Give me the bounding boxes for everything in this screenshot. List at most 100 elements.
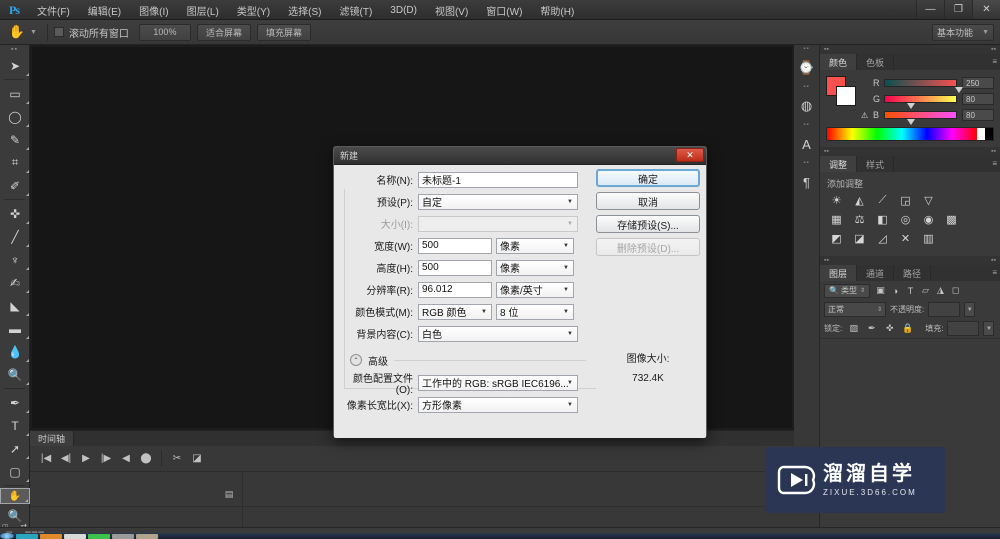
channel-mixer-icon[interactable]: ◉: [920, 212, 937, 227]
scroll-all-windows-checkbox[interactable]: [53, 27, 64, 37]
slider-track-R[interactable]: [884, 79, 963, 93]
taskbar-item-4[interactable]: [112, 533, 134, 539]
vibrance-icon[interactable]: ▽: [920, 193, 937, 208]
filter-pixel-icon[interactable]: ▣: [873, 284, 888, 298]
menu-item-6[interactable]: 滤镜(T): [331, 0, 382, 20]
minimize-button[interactable]: —: [916, 0, 944, 19]
record-keyframe-button[interactable]: ⬤: [136, 449, 156, 469]
taskbar-item-0[interactable]: [16, 533, 38, 539]
tab-颜色[interactable]: 颜色: [820, 54, 858, 70]
history-panel-icon[interactable]: ⌚: [794, 53, 819, 83]
blur-tool[interactable]: 💧: [0, 340, 30, 363]
panel-grip[interactable]: ▪▪: [794, 45, 819, 53]
color-balance-icon[interactable]: ⚖: [851, 212, 868, 227]
fill-stepper[interactable]: ▼: [983, 321, 995, 336]
select-color-profile[interactable]: 工作中的 RGB: sRGB IEC6196... ▼: [418, 374, 578, 391]
color-panel-background-swatch[interactable]: [836, 86, 856, 106]
select-preset[interactable]: 自定 ▼: [418, 193, 578, 210]
color-panel-grip[interactable]: ▪▪ ▪▪: [820, 45, 1000, 54]
selective-color-icon[interactable]: ▥: [920, 231, 937, 246]
slider-track-G[interactable]: [884, 95, 957, 109]
slider-thumb-R[interactable]: [954, 87, 963, 93]
menu-item-4[interactable]: 类型(Y): [228, 0, 279, 20]
color-spectrum-ramp[interactable]: [826, 127, 994, 141]
menu-item-9[interactable]: 窗口(W): [477, 0, 531, 20]
filter-smart-object-icon[interactable]: ◮: [933, 284, 948, 298]
fill-input[interactable]: [947, 321, 980, 336]
opacity-stepper[interactable]: ▼: [964, 302, 976, 317]
menu-item-2[interactable]: 图像(I): [130, 0, 177, 20]
history-brush-tool[interactable]: ✍: [0, 271, 30, 294]
play-button[interactable]: ▶: [76, 449, 96, 469]
audio-button[interactable]: ◀: [116, 449, 136, 469]
save-preset-button[interactable]: 存储预设(S)...: [596, 215, 700, 233]
menu-item-1[interactable]: 编辑(E): [79, 0, 130, 20]
previous-frame-button[interactable]: ◀|: [56, 449, 76, 469]
menu-item-5[interactable]: 选择(S): [279, 0, 330, 20]
tab-样式[interactable]: 样式: [857, 156, 895, 172]
layer-filter-kind-select[interactable]: 🔍 类型 ⇕: [824, 283, 870, 298]
lock-all-icon[interactable]: 🔒: [900, 322, 915, 336]
lock-image-pixels-icon[interactable]: ✒: [864, 322, 879, 336]
panel-grip[interactable]: ▪▪: [794, 83, 819, 91]
taskbar-item-5[interactable]: [136, 533, 158, 539]
tab-调整[interactable]: 调整: [820, 156, 858, 172]
hand-tool[interactable]: ✋: [0, 488, 30, 504]
menu-item-0[interactable]: 文件(F): [28, 0, 79, 20]
taskbar-item-3[interactable]: [88, 533, 110, 539]
input-resolution[interactable]: 96.012: [418, 281, 492, 298]
start-button[interactable]: [0, 533, 14, 539]
color-lookup-icon[interactable]: ▩: [943, 212, 960, 227]
slider-value-G[interactable]: 80: [962, 93, 994, 105]
paragraph-panel-icon[interactable]: ¶: [794, 167, 819, 197]
photo-filter-icon[interactable]: ◎: [897, 212, 914, 227]
path-selection-tool[interactable]: ➚: [0, 437, 30, 460]
menu-item-8[interactable]: 视图(V): [426, 0, 477, 20]
input-width[interactable]: 500: [418, 237, 492, 254]
adjustments-panel-menu-icon[interactable]: ≡: [992, 159, 997, 168]
crop-tool[interactable]: ⌗: [0, 151, 30, 174]
filter-shape-icon[interactable]: ▱: [918, 284, 933, 298]
tab-色板[interactable]: 色板: [857, 54, 895, 70]
eraser-tool[interactable]: ◣: [0, 294, 30, 317]
timeline-track-area[interactable]: ▤: [30, 472, 794, 527]
slider-value-B[interactable]: 80: [962, 109, 994, 121]
rectangle-tool[interactable]: ▢: [0, 460, 30, 483]
menu-item-10[interactable]: 帮助(H): [531, 0, 583, 20]
brightness-contrast-icon[interactable]: ☀: [828, 193, 845, 208]
type-tool[interactable]: T: [0, 414, 30, 437]
advanced-toggle-icon[interactable]: ⌃: [350, 354, 362, 366]
filter-type-icon[interactable]: T: [903, 284, 918, 298]
blend-mode-select[interactable]: 正常 ⇕: [824, 302, 886, 317]
tab-图层[interactable]: 图层: [820, 265, 858, 281]
adjustments-panel-grip[interactable]: ▪▪ ▪▪: [820, 147, 1000, 156]
posterize-icon[interactable]: ◪: [851, 231, 868, 246]
tab-路径[interactable]: 路径: [894, 265, 932, 281]
gradient-map-icon[interactable]: ✕: [897, 231, 914, 246]
restore-button[interactable]: ❐: [944, 0, 972, 19]
slider-thumb-B[interactable]: [907, 119, 915, 125]
unit-select-color-mode[interactable]: 8 位 ▼: [496, 303, 574, 320]
layers-panel-grip[interactable]: ▪▪ ▪▪: [820, 256, 1000, 265]
dodge-tool[interactable]: 🔍: [0, 363, 30, 386]
next-frame-button[interactable]: |▶: [96, 449, 116, 469]
hand-tool-icon[interactable]: ✋: [6, 21, 28, 43]
color-panel-menu-icon[interactable]: ≡: [992, 57, 997, 66]
tool-preset-chevron-icon[interactable]: ▼: [30, 29, 37, 36]
marquee-tool[interactable]: ▭: [0, 82, 30, 105]
cancel-button[interactable]: 取消: [596, 192, 700, 210]
close-button[interactable]: ✕: [972, 0, 1000, 19]
lock-transparent-pixels-icon[interactable]: ▨: [846, 322, 861, 336]
quick-select-tool[interactable]: ✎: [0, 128, 30, 151]
tab-timeline[interactable]: 时间轴: [30, 431, 75, 446]
filter-adjustment-icon[interactable]: ◑: [888, 284, 903, 298]
gradient-tool[interactable]: ▬: [0, 317, 30, 340]
options-button-2[interactable]: 填充屏幕: [256, 23, 311, 41]
input-height[interactable]: 500: [418, 259, 492, 276]
taskbar-item-1[interactable]: [40, 533, 62, 539]
unit-select-resolution[interactable]: 像素/英寸 ▼: [496, 281, 574, 298]
hue-saturation-icon[interactable]: ▦: [828, 212, 845, 227]
layers-list[interactable]: [820, 338, 1000, 434]
layers-panel-menu-icon[interactable]: ≡: [992, 268, 997, 277]
brush-tool[interactable]: ╱: [0, 225, 30, 248]
